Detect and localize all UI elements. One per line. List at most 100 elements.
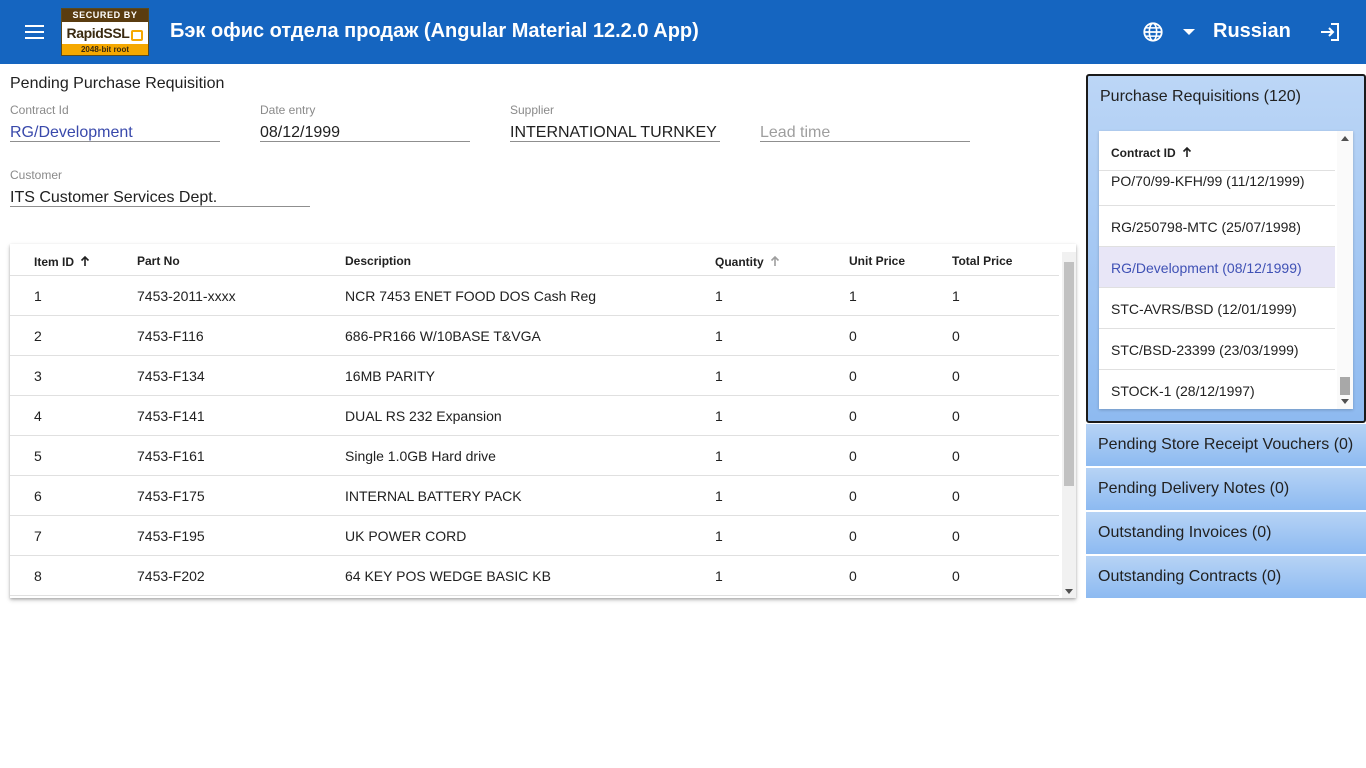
cell-quantity: 1 bbox=[715, 448, 723, 464]
scroll-down-icon[interactable] bbox=[1341, 399, 1349, 404]
list-item[interactable]: RG/250798-MTC (25/07/1998) bbox=[1099, 206, 1335, 247]
cell-description: DUAL RS 232 Expansion bbox=[345, 408, 502, 424]
cell-quantity: 1 bbox=[715, 408, 723, 424]
panel-title[interactable]: Pending Store Receipt Vouchers (0) bbox=[1098, 436, 1353, 454]
lead-time-field[interactable]: Lead time bbox=[760, 103, 970, 142]
cell-total-price: 0 bbox=[952, 528, 960, 544]
panel-title[interactable]: Outstanding Invoices (0) bbox=[1098, 524, 1271, 542]
cell-unit-price: 0 bbox=[849, 368, 857, 384]
contract-list-scrollbar[interactable] bbox=[1337, 131, 1353, 409]
scroll-down-icon[interactable] bbox=[1065, 589, 1073, 594]
cell-description: 64 KEY POS WEDGE BASIC KB bbox=[345, 568, 551, 584]
customer-value[interactable]: ITS Customer Services Dept. bbox=[10, 183, 310, 207]
pending-delivery-notes-panel[interactable]: Pending Delivery Notes (0) bbox=[1086, 467, 1366, 510]
cell-item-id: 1 bbox=[34, 288, 42, 304]
cell-description: 686-PR166 W/10BASE T&VGA bbox=[345, 328, 541, 344]
list-item[interactable]: STC/BSD-23399 (23/03/1999) bbox=[1099, 329, 1335, 370]
column-header-unit-price[interactable]: Unit Price bbox=[849, 254, 905, 268]
app-toolbar: SECURED BY RapidSSL 2048-bit root Бэк оф… bbox=[0, 0, 1366, 64]
supplier-field[interactable]: Supplier INTERNATIONAL TURNKEY SYSTEMS bbox=[510, 103, 720, 142]
list-item-selected[interactable]: RG/Development (08/12/1999) bbox=[1099, 247, 1335, 288]
caret-down-icon[interactable] bbox=[1183, 29, 1195, 35]
page-title: Pending Purchase Requisition bbox=[10, 75, 225, 92]
purchase-requisitions-title[interactable]: Purchase Requisitions (120) bbox=[1100, 88, 1301, 106]
cell-item-id: 7 bbox=[34, 528, 42, 544]
pending-store-receipt-vouchers-panel[interactable]: Pending Store Receipt Vouchers (0) bbox=[1086, 423, 1366, 466]
panel-title[interactable]: Outstanding Contracts (0) bbox=[1098, 568, 1281, 586]
app-title: Бэк офис отдела продаж (Angular Material… bbox=[170, 20, 699, 42]
table-row[interactable]: 7 7453-F195 UK POWER CORD 1 0 0 bbox=[10, 516, 1059, 556]
column-header-contract-id[interactable]: Contract ID bbox=[1111, 145, 1192, 160]
sort-arrow-up-icon bbox=[770, 255, 779, 266]
purchase-requisitions-panel[interactable]: Purchase Requisitions (120) Contract ID … bbox=[1086, 74, 1366, 423]
customer-field[interactable]: Customer ITS Customer Services Dept. bbox=[10, 168, 310, 207]
table-row[interactable]: 4 7453-F141 DUAL RS 232 Expansion 1 0 0 bbox=[10, 396, 1059, 436]
date-entry-field[interactable]: Date entry 08/12/1999 bbox=[260, 103, 470, 142]
table-row[interactable]: 3 7453-F134 16MB PARITY 1 0 0 bbox=[10, 356, 1059, 396]
cell-item-id: 4 bbox=[34, 408, 42, 424]
cell-unit-price: 0 bbox=[849, 448, 857, 464]
panel-title[interactable]: Pending Delivery Notes (0) bbox=[1098, 480, 1289, 498]
cell-total-price: 0 bbox=[952, 448, 960, 464]
column-header-description[interactable]: Description bbox=[345, 254, 411, 268]
list-item[interactable]: PO/70/99-KFH/99 (11/12/1999) bbox=[1099, 165, 1335, 206]
cell-total-price: 1 bbox=[952, 288, 960, 304]
globe-icon[interactable] bbox=[1142, 21, 1164, 43]
cell-quantity: 1 bbox=[715, 528, 723, 544]
contract-id-label: Contract Id bbox=[10, 103, 69, 117]
cell-part-no: 7453-F175 bbox=[137, 488, 205, 504]
cell-total-price: 0 bbox=[952, 408, 960, 424]
customer-label: Customer bbox=[10, 168, 63, 182]
table-scrollbar-thumb[interactable] bbox=[1064, 262, 1074, 486]
cell-description: 16MB PARITY bbox=[345, 368, 435, 384]
contract-list-scrollbar-thumb[interactable] bbox=[1340, 377, 1350, 395]
column-header-total-price[interactable]: Total Price bbox=[952, 254, 1012, 268]
list-item[interactable]: STOCK-1 (28/12/1997) bbox=[1099, 370, 1335, 409]
language-selector[interactable]: Russian bbox=[1213, 20, 1291, 43]
cell-unit-price: 0 bbox=[849, 568, 857, 584]
table-row[interactable]: 5 7453-F161 Single 1.0GB Hard drive 1 0 … bbox=[10, 436, 1059, 476]
lead-time-input[interactable]: Lead time bbox=[760, 118, 970, 142]
supplier-value[interactable]: INTERNATIONAL TURNKEY SYSTEMS bbox=[510, 118, 720, 142]
sort-arrow-up-icon bbox=[80, 255, 90, 266]
cell-part-no: 7453-F202 bbox=[137, 568, 205, 584]
column-header-item-id[interactable]: Item ID bbox=[34, 254, 90, 269]
cell-quantity: 1 bbox=[715, 288, 723, 304]
cell-quantity: 1 bbox=[715, 568, 723, 584]
table-row[interactable]: 1 7453-2011-xxxx NCR 7453 ENET FOOD DOS … bbox=[10, 276, 1059, 316]
scroll-up-icon[interactable] bbox=[1341, 136, 1349, 141]
cell-part-no: 7453-2011-xxxx bbox=[137, 288, 236, 304]
cell-description: UK POWER CORD bbox=[345, 528, 467, 544]
cell-unit-price: 0 bbox=[849, 328, 857, 344]
cell-quantity: 1 bbox=[715, 488, 723, 504]
cell-item-id: 3 bbox=[34, 368, 42, 384]
rapidssl-badge[interactable]: SECURED BY RapidSSL 2048-bit root bbox=[61, 8, 149, 56]
cell-total-price: 0 bbox=[952, 368, 960, 384]
outstanding-contracts-panel[interactable]: Outstanding Contracts (0) bbox=[1086, 555, 1366, 598]
column-header-quantity[interactable]: Quantity bbox=[715, 254, 780, 269]
items-table-header: Item ID Part No Description Quantity Uni… bbox=[10, 244, 1059, 276]
exit-icon[interactable] bbox=[1318, 20, 1342, 44]
contract-item-label: PO/70/99-KFH/99 (11/12/1999) bbox=[1111, 173, 1305, 189]
list-item[interactable]: STC-AVRS/BSD (12/01/1999) bbox=[1099, 288, 1335, 329]
cell-description: NCR 7453 ENET FOOD DOS Cash Reg bbox=[345, 288, 597, 304]
outstanding-invoices-panel[interactable]: Outstanding Invoices (0) bbox=[1086, 511, 1366, 554]
contract-item-label: RG/Development (08/12/1999) bbox=[1111, 260, 1302, 276]
date-entry-label: Date entry bbox=[260, 103, 316, 117]
cell-quantity: 1 bbox=[715, 328, 723, 344]
table-row[interactable]: 2 7453-F116 686-PR166 W/10BASE T&VGA 1 0… bbox=[10, 316, 1059, 356]
contract-id-field[interactable]: Contract Id RG/Development bbox=[10, 103, 220, 142]
column-header-part-no[interactable]: Part No bbox=[137, 254, 180, 268]
contract-id-value[interactable]: RG/Development bbox=[10, 118, 220, 142]
supplier-label: Supplier bbox=[510, 103, 555, 117]
date-entry-value[interactable]: 08/12/1999 bbox=[260, 118, 470, 142]
menu-icon[interactable] bbox=[22, 20, 48, 44]
ssl-badge-top: SECURED BY bbox=[62, 9, 148, 22]
cell-part-no: 7453-F141 bbox=[137, 408, 205, 424]
items-table: Item ID Part No Description Quantity Uni… bbox=[10, 244, 1076, 598]
table-row[interactable]: 8 7453-F202 64 KEY POS WEDGE BASIC KB 1 … bbox=[10, 556, 1059, 596]
ssl-badge-brand: RapidSSL bbox=[62, 22, 148, 44]
cell-item-id: 2 bbox=[34, 328, 42, 344]
table-scrollbar[interactable] bbox=[1062, 252, 1076, 598]
table-row[interactable]: 6 7453-F175 INTERNAL BATTERY PACK 1 0 0 bbox=[10, 476, 1059, 516]
